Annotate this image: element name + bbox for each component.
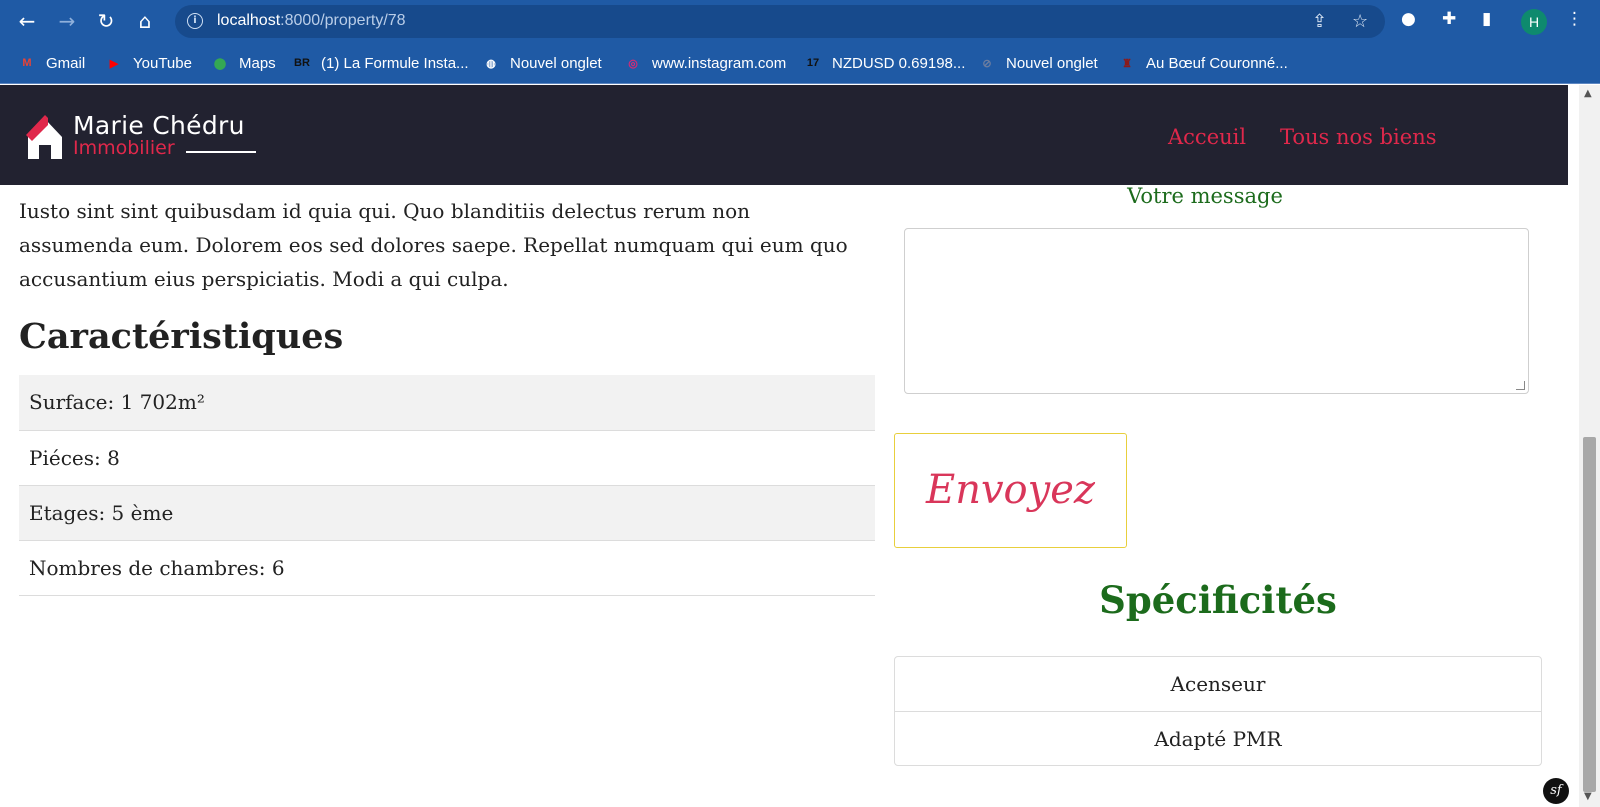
feature-rooms: Piéces: 8: [19, 430, 875, 486]
bookmark-item[interactable]: BR (1) La Formule Insta...: [293, 53, 469, 73]
back-icon[interactable]: ←: [14, 8, 40, 34]
bookmark-star-icon[interactable]: ☆: [1352, 11, 1368, 32]
brand-logo[interactable]: Marie Chédru Immobilier: [26, 111, 266, 163]
nav-link-all-properties[interactable]: Tous nos biens: [1280, 125, 1437, 149]
features-heading: Caractéristiques: [19, 316, 344, 357]
address-bar[interactable]: i localhost:8000/property/78 ⇪ ☆: [175, 5, 1385, 38]
bookmark-label: (1) La Formule Insta...: [321, 54, 469, 72]
site-info-icon[interactable]: i: [187, 13, 203, 29]
specs-list: Acenseur Adapté PMR: [894, 656, 1542, 766]
specs-heading: Spécificités: [1099, 578, 1337, 622]
brand-subtitle: Immobilier: [73, 137, 175, 159]
scroll-down-icon[interactable]: ▼: [1584, 791, 1592, 802]
bookmark-label: Maps: [239, 54, 276, 72]
bookmark-label: Nouvel onglet: [510, 54, 602, 72]
list-item: Acenseur: [1170, 672, 1266, 696]
feature-floor: Etages: 5 ème: [19, 485, 875, 541]
maps-icon: ⬤: [213, 57, 227, 70]
feature-surface: Surface: 1 702m²: [19, 375, 875, 431]
bookmark-label: www.instagram.com: [652, 54, 787, 72]
page-scrollbar[interactable]: ▲ ▼: [1579, 85, 1600, 807]
site-header: Marie Chédru Immobilier Acceuil Tous nos…: [0, 85, 1568, 185]
extensions-icon[interactable]: ✚: [1442, 9, 1456, 29]
bookmarks-bar: M Gmail ▶ YouTube ⬤ Maps BR (1) La Formule Inst…: [0, 42, 1600, 84]
side-panel-icon[interactable]: ▮: [1482, 9, 1491, 29]
symfony-toolbar-icon[interactable]: sf: [1543, 778, 1569, 804]
blank-page-icon: ⊘: [982, 57, 992, 70]
browser-toolbar: ← → ↻ ⌂ i localhost:8000/property/78 ⇪ ☆…: [0, 0, 1600, 42]
share-icon[interactable]: ⇪: [1312, 11, 1327, 32]
bookmark-item[interactable]: ⬤ Maps: [211, 53, 276, 73]
bookmark-item[interactable]: ⊘ Nouvel onglet: [978, 53, 1098, 73]
property-description: Iusto sint sint quibusdam id quia qui. Q…: [19, 199, 848, 291]
list-item: Adapté PMR: [895, 711, 1541, 765]
restaurant-icon: ♜: [1122, 57, 1132, 70]
table-row: Etages: 5 ème: [19, 485, 875, 541]
bookmark-item[interactable]: ◍ Nouvel onglet: [482, 53, 602, 73]
br-icon: BR: [294, 57, 310, 69]
instagram-icon: ◎: [628, 57, 638, 70]
bookmark-item[interactable]: M Gmail: [18, 53, 85, 73]
message-label: Votre message: [1127, 184, 1283, 208]
bookmark-item[interactable]: 17 NZDUSD 0.69198...: [804, 53, 966, 73]
tradingview-icon: 17: [806, 57, 820, 69]
profile-avatar[interactable]: H: [1521, 9, 1547, 35]
nav-link-home[interactable]: Acceuil: [1168, 125, 1246, 149]
table-row: Nombres de chambres: 6: [19, 540, 875, 596]
message-textarea[interactable]: [904, 228, 1529, 394]
bookmark-label: Gmail: [46, 54, 86, 72]
house-logo-icon: [26, 115, 62, 159]
bookmark-label: Au Bœuf Couronné...: [1146, 54, 1288, 72]
scroll-up-icon[interactable]: ▲: [1584, 88, 1592, 99]
bookmark-item[interactable]: ▶ YouTube: [105, 53, 192, 73]
features-table: Surface: 1 702m² Piéces: 8 Etages: 5 ème…: [19, 375, 875, 596]
bookmark-label: YouTube: [133, 54, 192, 72]
bookmark-item[interactable]: ◎ www.instagram.com: [624, 53, 786, 73]
bookmark-label: Nouvel onglet: [1006, 54, 1098, 72]
url-text[interactable]: localhost:8000/property/78: [217, 12, 406, 30]
table-row: Piéces: 8: [19, 430, 875, 486]
bookmark-label: NZDUSD 0.69198...: [832, 54, 966, 72]
brand-name: Marie Chédru: [73, 111, 245, 140]
brand-underline: [186, 151, 256, 153]
gmail-icon: M: [22, 57, 32, 69]
send-button[interactable]: Envoyez: [894, 433, 1127, 548]
youtube-icon: ▶: [109, 57, 119, 70]
bookmark-item[interactable]: ♜ Au Bœuf Couronné...: [1118, 53, 1288, 73]
forward-icon[interactable]: →: [54, 8, 80, 34]
resize-grip-icon[interactable]: [1516, 381, 1525, 390]
reload-icon[interactable]: ↻: [93, 8, 119, 34]
extension-puzzle-icon-1[interactable]: ●: [1401, 9, 1416, 29]
more-menu-icon[interactable]: ⋮: [1566, 9, 1583, 29]
feature-bedrooms: Nombres de chambres: 6: [19, 540, 875, 596]
scroll-thumb[interactable]: [1583, 437, 1596, 792]
home-icon[interactable]: ⌂: [132, 8, 158, 34]
table-row: Surface: 1 702m²: [19, 375, 875, 431]
globe-icon: ◍: [486, 57, 496, 70]
